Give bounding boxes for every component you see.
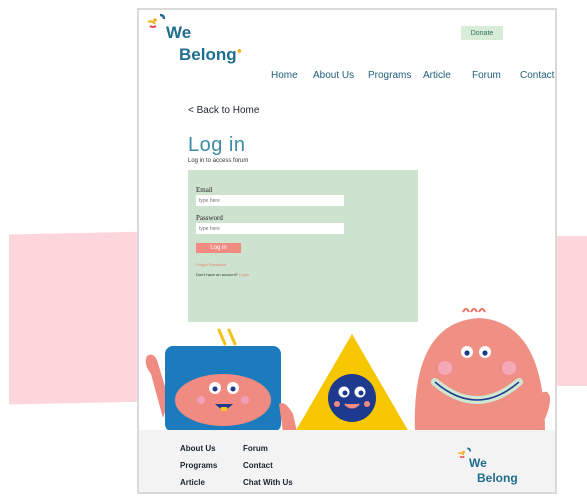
- password-field[interactable]: [196, 223, 344, 234]
- background-pink-band-left: [9, 231, 149, 405]
- signup-link[interactable]: Login: [239, 272, 249, 277]
- nav-article[interactable]: Article: [423, 70, 451, 81]
- page-subtitle: Log in to access forum: [188, 158, 249, 164]
- footer-link-chat-with-us[interactable]: Chat With Us: [243, 478, 293, 487]
- no-account-text: Don't have an account? Login: [196, 272, 249, 277]
- logo-dot-icon: ●: [236, 45, 243, 56]
- nav-programs[interactable]: Programs: [368, 70, 411, 81]
- back-to-home-link[interactable]: < Back to Home: [188, 105, 259, 116]
- logo-word-we: We: [166, 23, 192, 42]
- page-frame: We Belong● Donate Home About Us Programs…: [137, 8, 557, 494]
- footer-link-contact[interactable]: Contact: [243, 461, 273, 470]
- footer-logo[interactable]: We Belong: [457, 446, 537, 490]
- site-logo[interactable]: We Belong●: [146, 12, 242, 70]
- mascots-illustration: [145, 308, 550, 432]
- login-button[interactable]: Log in: [196, 243, 241, 253]
- footer-logo-word-we: We: [469, 456, 487, 470]
- login-card: Email Password Log in Forgot Password Do…: [188, 170, 418, 322]
- nav-contact[interactable]: Contact: [520, 70, 554, 81]
- no-account-label: Don't have an account?: [196, 272, 240, 277]
- page-title: Log in: [188, 134, 246, 156]
- yellow-triangle-mascot: [295, 334, 409, 432]
- blue-square-mascot: [165, 328, 281, 432]
- footer-logo-word-belong: Belong: [477, 471, 518, 485]
- footer-link-forum[interactable]: Forum: [243, 444, 268, 453]
- email-label: Email: [196, 186, 213, 194]
- logo-word-belong-text: Belong: [179, 45, 237, 64]
- forgot-password-link[interactable]: Forgot Password: [196, 262, 226, 267]
- nav-about-us[interactable]: About Us: [313, 70, 354, 81]
- donate-button[interactable]: Donate: [461, 26, 503, 40]
- nav-home[interactable]: Home: [271, 70, 298, 81]
- site-footer: About Us Forum Programs Contact Article …: [139, 430, 555, 492]
- logo-word-belong: Belong●: [179, 45, 242, 65]
- footer-link-programs[interactable]: Programs: [180, 461, 217, 470]
- password-label: Password: [196, 214, 223, 222]
- nav-forum[interactable]: Forum: [472, 70, 501, 81]
- pink-blob-mascot: [414, 308, 550, 432]
- footer-link-article[interactable]: Article: [180, 478, 205, 487]
- footer-link-about-us[interactable]: About Us: [180, 444, 216, 453]
- email-field[interactable]: [196, 195, 344, 206]
